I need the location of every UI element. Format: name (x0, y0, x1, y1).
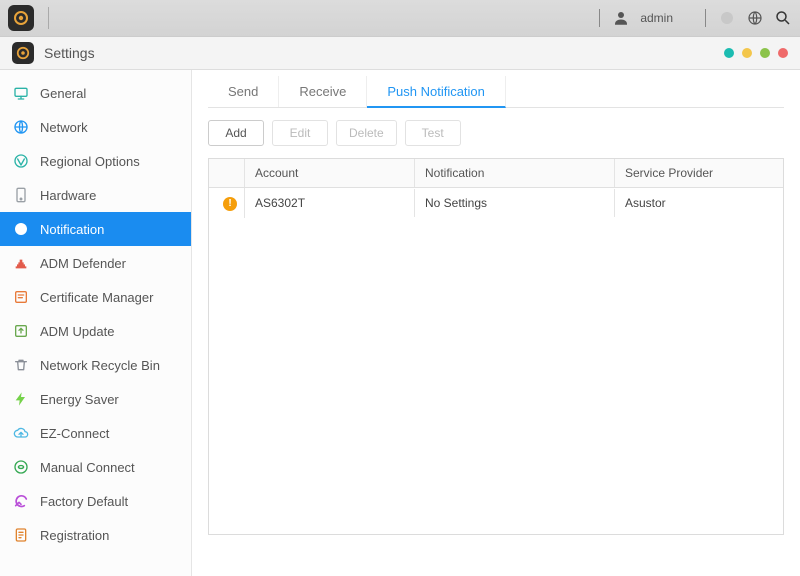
col-provider[interactable]: Service Provider (615, 159, 783, 187)
window-control-close[interactable] (778, 48, 788, 58)
table-header: Account Notification Service Provider (209, 159, 783, 188)
warning-icon: ! (223, 197, 237, 211)
desktop-topbar: admin (0, 0, 800, 36)
sidebar-item-notification[interactable]: Notification (0, 212, 191, 246)
cell-account: AS6302T (245, 189, 415, 217)
world-icon[interactable] (746, 9, 764, 27)
add-button[interactable]: Add (208, 120, 264, 146)
reset-icon (12, 492, 30, 510)
globe-icon (12, 118, 30, 136)
sidebar-item-label: Network (40, 120, 88, 135)
general-icon (12, 84, 30, 102)
reg-icon (12, 526, 30, 544)
user-icon[interactable] (612, 9, 630, 27)
topbar-separator (599, 9, 600, 27)
trash-icon (12, 356, 30, 374)
sidebar-item-label: Network Recycle Bin (40, 358, 160, 373)
table-row[interactable]: ! AS6302TNo SettingsAsustor (209, 188, 783, 218)
edit-button[interactable]: Edit (272, 120, 328, 146)
sidebar-item-network[interactable]: Network (0, 110, 191, 144)
sidebar-item-label: Notification (40, 222, 104, 237)
tabs-bar: SendReceivePush Notification (208, 76, 784, 108)
sidebar-item-energy-saver[interactable]: Energy Saver (0, 382, 191, 416)
cert-icon (12, 288, 30, 306)
sidebar-item-factory-default[interactable]: Factory Default (0, 484, 191, 518)
sidebar-item-label: Certificate Manager (40, 290, 153, 305)
window-control-1[interactable] (724, 48, 734, 58)
sidebar-item-ez-connect[interactable]: EZ-Connect (0, 416, 191, 450)
delete-button[interactable]: Delete (336, 120, 397, 146)
sidebar-item-certificate-manager[interactable]: Certificate Manager (0, 280, 191, 314)
toolbar: Add Edit Delete Test (208, 120, 784, 146)
tab-send[interactable]: Send (208, 76, 279, 107)
content-area: SendReceivePush Notification Add Edit De… (192, 70, 800, 576)
sidebar-item-adm-update[interactable]: ADM Update (0, 314, 191, 348)
col-account[interactable]: Account (245, 159, 415, 187)
cell-provider: Asustor (615, 189, 783, 217)
sidebar-item-label: Factory Default (40, 494, 128, 509)
window-controls (724, 48, 788, 58)
tab-receive[interactable]: Receive (279, 76, 367, 107)
username-label[interactable]: admin (640, 11, 673, 25)
col-indicator (209, 159, 245, 187)
sidebar-item-network-recycle-bin[interactable]: Network Recycle Bin (0, 348, 191, 382)
bell-icon (12, 220, 30, 238)
hardware-icon (12, 186, 30, 204)
sidebar-item-label: Energy Saver (40, 392, 119, 407)
sidebar-item-regional-options[interactable]: Regional Options (0, 144, 191, 178)
sidebar-item-label: Registration (40, 528, 109, 543)
shield-icon (12, 254, 30, 272)
window-control-3[interactable] (760, 48, 770, 58)
sidebar-item-hardware[interactable]: Hardware (0, 178, 191, 212)
window-title: Settings (44, 45, 95, 61)
table-body: ! AS6302TNo SettingsAsustor (209, 188, 783, 534)
topbar-separator-2 (705, 9, 706, 27)
update-icon (12, 322, 30, 340)
sidebar-item-label: Manual Connect (40, 460, 135, 475)
sidebar-item-label: General (40, 86, 86, 101)
topbar-divider (48, 7, 49, 29)
row-status-indicator: ! (209, 188, 245, 218)
cell-notification: No Settings (415, 189, 615, 217)
badge-icon[interactable] (718, 9, 736, 27)
window-titlebar: Settings (0, 36, 800, 70)
sidebar-item-general[interactable]: General (0, 76, 191, 110)
tab-push-notification[interactable]: Push Notification (367, 76, 506, 108)
settings-sidebar: General Network Regional Options Hardware No… (0, 70, 192, 576)
sidebar-item-registration[interactable]: Registration (0, 518, 191, 552)
sidebar-item-label: Hardware (40, 188, 96, 203)
window-control-2[interactable] (742, 48, 752, 58)
manual-icon (12, 458, 30, 476)
cloud-icon (12, 424, 30, 442)
window-body: General Network Regional Options Hardware No… (0, 70, 800, 576)
sidebar-item-label: ADM Update (40, 324, 114, 339)
notification-table: Account Notification Service Provider ! A… (208, 158, 784, 535)
sidebar-item-label: EZ-Connect (40, 426, 109, 441)
sidebar-item-label: ADM Defender (40, 256, 126, 271)
sidebar-item-manual-connect[interactable]: Manual Connect (0, 450, 191, 484)
search-icon[interactable] (774, 9, 792, 27)
topbar-app-icon[interactable] (8, 5, 34, 31)
test-button[interactable]: Test (405, 120, 461, 146)
sidebar-item-adm-defender[interactable]: ADM Defender (0, 246, 191, 280)
sidebar-item-label: Regional Options (40, 154, 140, 169)
regional-icon (12, 152, 30, 170)
settings-app-icon (12, 42, 34, 64)
col-notification[interactable]: Notification (415, 159, 615, 187)
energy-icon (12, 390, 30, 408)
